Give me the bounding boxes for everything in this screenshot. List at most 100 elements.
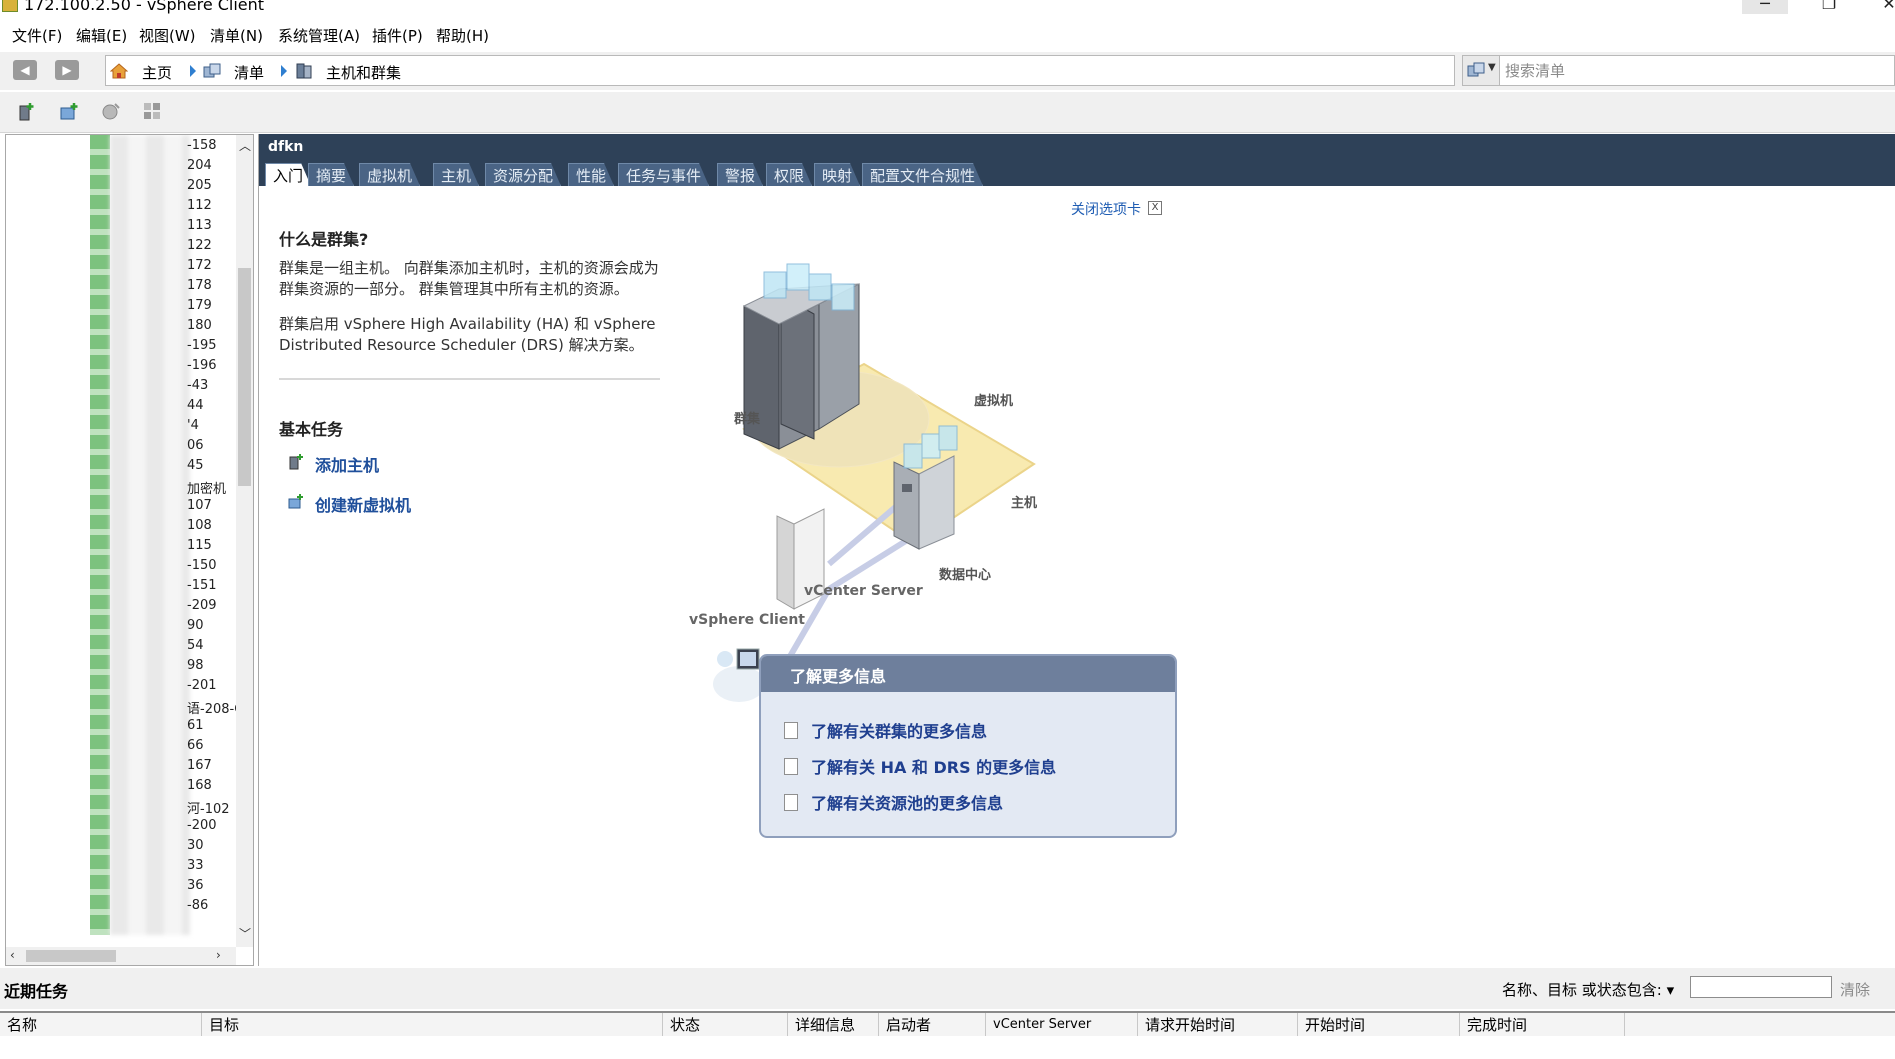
tree-item[interactable]: 108 — [187, 518, 212, 533]
tree-item[interactable]: 66 — [187, 738, 204, 753]
col-name[interactable]: 名称 — [0, 1013, 202, 1037]
tab-maps[interactable]: 映射 — [814, 163, 860, 186]
task-filter-dropdown[interactable]: 名称、目标 或状态包含: ▾ — [1502, 979, 1674, 1000]
col-start-time[interactable]: 开始时间 — [1298, 1013, 1460, 1037]
task-filter-input[interactable] — [1690, 976, 1832, 998]
menu-file[interactable]: 文件(F) — [12, 25, 62, 46]
tree-item[interactable]: 06 — [187, 438, 204, 453]
tab-getting-started[interactable]: 入门 — [265, 163, 311, 186]
col-requested-start[interactable]: 请求开始时间 — [1138, 1013, 1298, 1037]
tab-summary[interactable]: 摘要 — [308, 163, 354, 186]
tab-virtual-machines[interactable]: 虚拟机 — [359, 163, 420, 186]
tab-hosts[interactable]: 主机 — [433, 163, 479, 186]
menu-plugins[interactable]: 插件(P) — [372, 25, 423, 46]
col-status[interactable]: 状态 — [663, 1013, 788, 1037]
tree-item[interactable]: 205 — [187, 178, 212, 193]
menu-view[interactable]: 视图(W) — [139, 25, 196, 46]
tree-item[interactable]: -196 — [187, 358, 217, 373]
create-vm-link[interactable]: 创建新虚拟机 — [315, 492, 411, 516]
new-vm-icon[interactable] — [58, 100, 80, 122]
minimize-button[interactable]: ─ — [1742, 0, 1788, 14]
tree-item[interactable]: 172 — [187, 258, 212, 273]
tree-item[interactable]: 98 — [187, 658, 204, 673]
menu-help[interactable]: 帮助(H) — [436, 25, 489, 46]
search-input[interactable] — [1503, 59, 1887, 83]
tree-item[interactable]: -86 — [187, 898, 208, 913]
tree-item[interactable]: 河-102 — [187, 798, 230, 817]
tree-item[interactable]: -195 — [187, 338, 217, 353]
tree-item[interactable]: -200 — [187, 818, 217, 833]
tree-item[interactable]: 90 — [187, 618, 204, 633]
forward-arrow-icon[interactable]: ▶ — [55, 60, 79, 80]
tree-item[interactable]: 54 — [187, 638, 204, 653]
tab-performance[interactable]: 性能 — [568, 163, 614, 186]
menu-inventory[interactable]: 清单(N) — [210, 25, 263, 46]
col-completed-time[interactable]: 完成时间 — [1460, 1013, 1625, 1037]
scroll-left-icon[interactable]: ‹ — [10, 948, 15, 962]
tab-alarms[interactable]: 警报 — [717, 163, 763, 186]
col-vcenter-server[interactable]: vCenter Server — [986, 1013, 1138, 1037]
tab-tasks-events[interactable]: 任务与事件 — [618, 163, 709, 186]
cluster-settings-icon[interactable] — [141, 100, 163, 122]
breadcrumb-inventory[interactable]: 清单 — [234, 62, 264, 83]
close-button[interactable]: ✕ — [1866, 0, 1895, 14]
back-arrow-icon[interactable]: ◀ — [13, 60, 37, 80]
tree-vertical-scrollbar[interactable]: ︿ ﹀ — [236, 135, 253, 947]
tree-item[interactable]: 61 — [187, 718, 204, 733]
learn-ha-drs-link[interactable]: 了解有关 HA 和 DRS 的更多信息 — [811, 754, 1056, 778]
add-host-icon[interactable] — [287, 452, 305, 470]
tree-item[interactable]: 204 — [187, 158, 212, 173]
tree-item[interactable]: 加密机 — [187, 478, 226, 497]
tree-item[interactable]: 33 — [187, 858, 204, 873]
scroll-down-icon[interactable]: ﹀ — [239, 925, 251, 942]
tree-vertical-thumb[interactable] — [238, 268, 251, 486]
tree-item[interactable]: -150 — [187, 558, 217, 573]
tree-item[interactable]: 30 — [187, 838, 204, 853]
tree-item[interactable]: 178 — [187, 278, 212, 293]
scroll-up-icon[interactable]: ︿ — [239, 137, 251, 154]
tree-item[interactable]: 44 — [187, 398, 204, 413]
tree-item[interactable]: 179 — [187, 298, 212, 313]
tree-item[interactable]: 168 — [187, 778, 212, 793]
tab-permissions[interactable]: 权限 — [766, 163, 812, 186]
breadcrumb-hosts-clusters[interactable]: 主机和群集 — [326, 62, 401, 83]
tree-item[interactable]: -209 — [187, 598, 217, 613]
col-details[interactable]: 详细信息 — [788, 1013, 879, 1037]
clear-filter-button[interactable]: 清除 — [1840, 979, 1870, 1000]
search-scope-dropdown[interactable]: ▼ — [1463, 56, 1500, 85]
learn-resource-pools-link[interactable]: 了解有关资源池的更多信息 — [811, 790, 1003, 814]
tree-item[interactable]: 113 — [187, 218, 212, 233]
tree-item[interactable]: 107 — [187, 498, 212, 513]
maximize-button[interactable]: ❐ — [1806, 0, 1852, 14]
tree-item[interactable]: -43 — [187, 378, 208, 393]
col-target[interactable]: 目标 — [202, 1013, 663, 1037]
tree-horizontal-thumb[interactable] — [26, 950, 116, 962]
home-icon[interactable] — [110, 63, 128, 79]
add-host-link[interactable]: 添加主机 — [315, 452, 379, 476]
breadcrumb-separator[interactable] — [281, 65, 287, 77]
menu-administration[interactable]: 系统管理(A) — [278, 25, 360, 46]
tree-item[interactable]: -158 — [187, 138, 217, 153]
tree-item[interactable]: 167 — [187, 758, 212, 773]
tree-item[interactable]: 36 — [187, 878, 204, 893]
tab-profile-compliance[interactable]: 配置文件合规性 — [862, 163, 983, 186]
tree-item[interactable]: 115 — [187, 538, 212, 553]
add-host-icon[interactable] — [16, 100, 38, 122]
breadcrumb-separator[interactable] — [190, 65, 196, 77]
learn-clusters-link[interactable]: 了解有关群集的更多信息 — [811, 718, 987, 742]
tree-item[interactable]: 180 — [187, 318, 212, 333]
close-tab-link[interactable]: 关闭选项卡 — [1071, 199, 1141, 219]
refresh-icon[interactable] — [100, 100, 122, 122]
menu-edit[interactable]: 编辑(E) — [76, 25, 127, 46]
tab-resource-allocation[interactable]: 资源分配 — [485, 163, 561, 186]
scroll-right-icon[interactable]: › — [216, 948, 221, 962]
tree-item[interactable]: -151 — [187, 578, 217, 593]
close-tab-icon[interactable]: X — [1148, 201, 1162, 215]
new-vm-icon[interactable] — [287, 492, 305, 510]
tree-item[interactable]: 112 — [187, 198, 212, 213]
col-initiator[interactable]: 启动者 — [879, 1013, 986, 1037]
tree-horizontal-scrollbar[interactable]: ‹ › — [6, 947, 236, 965]
tree-item[interactable]: 122 — [187, 238, 212, 253]
tree-item[interactable]: -201 — [187, 678, 217, 693]
tree-item[interactable]: 45 — [187, 458, 204, 473]
